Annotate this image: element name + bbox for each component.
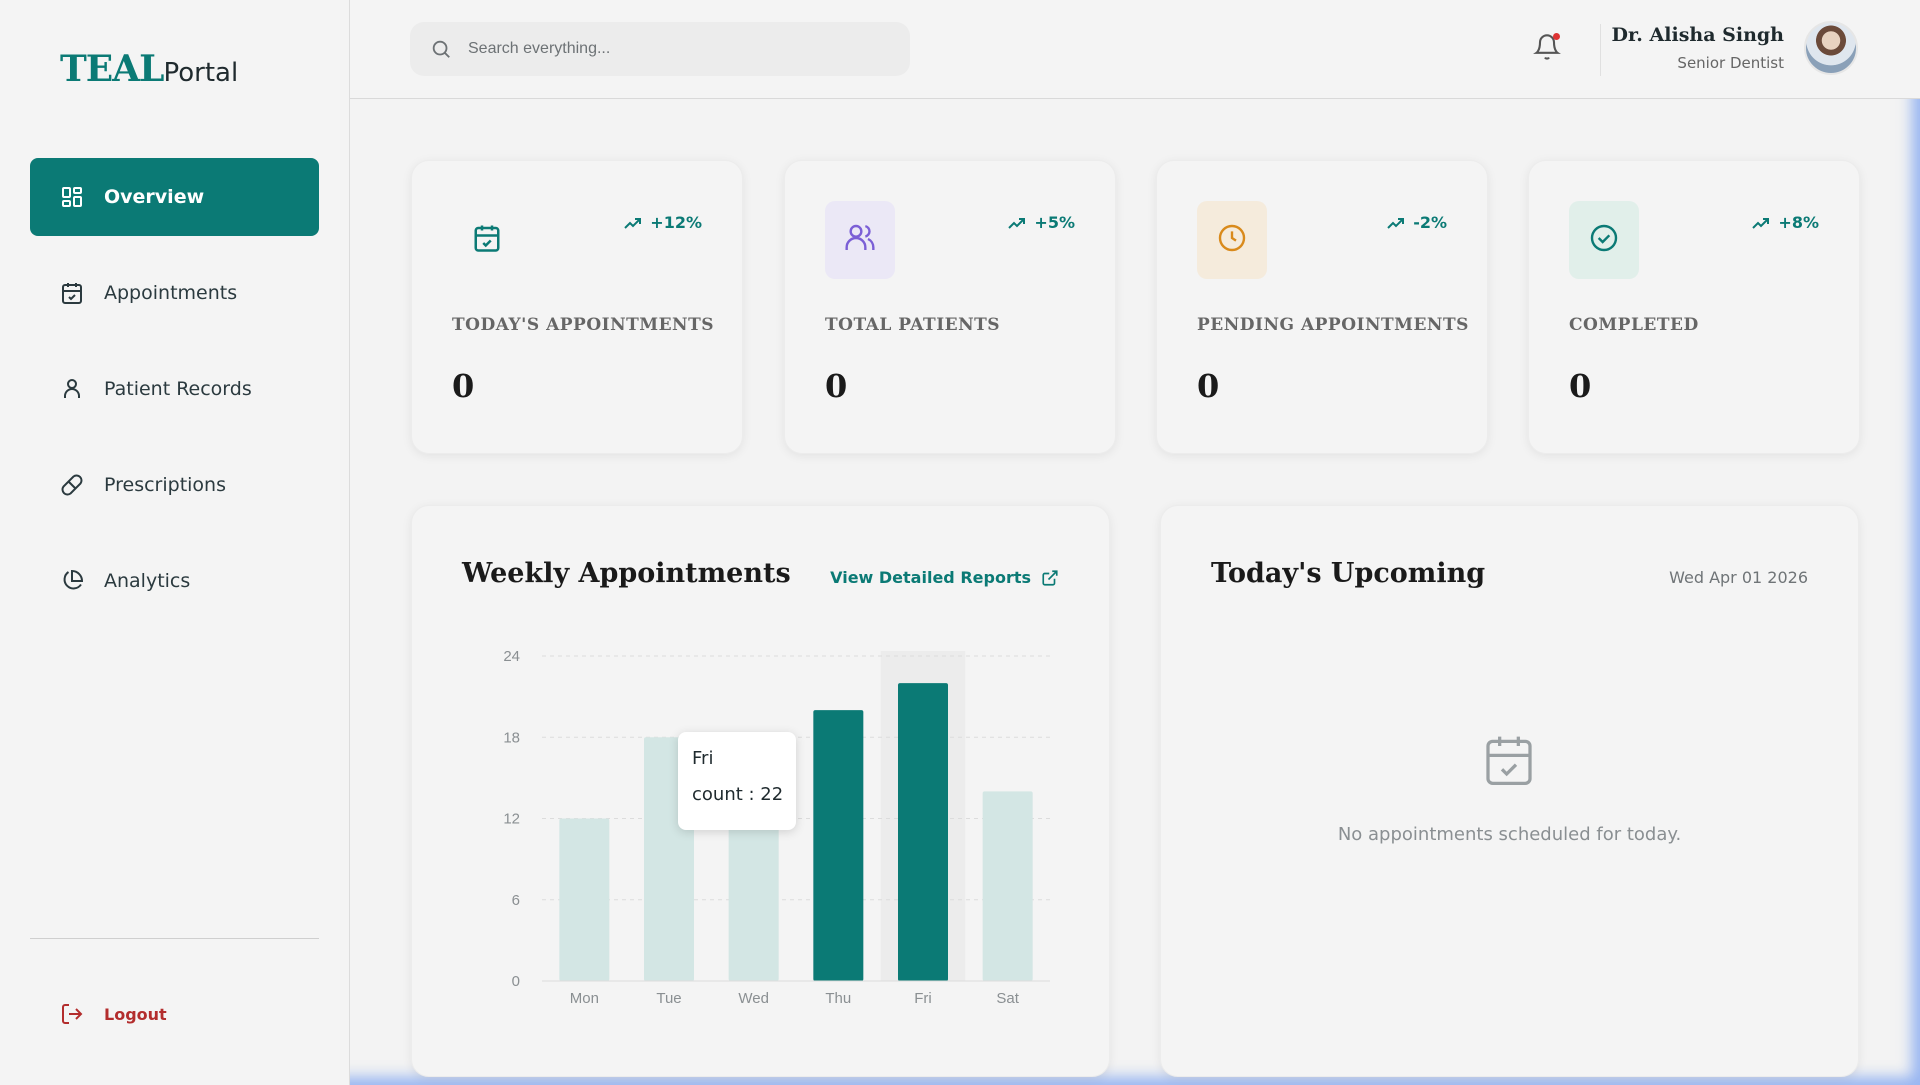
pill-icon — [60, 473, 84, 497]
x-tick-label: Sat — [996, 990, 1019, 1007]
weekly-appointments-card: Weekly Appointments View Detailed Report… — [411, 505, 1110, 1077]
logout-button[interactable]: Logout — [60, 1002, 167, 1026]
x-tick-label: Mon — [570, 990, 599, 1007]
search-icon — [430, 38, 452, 60]
bar-thu[interactable] — [813, 710, 864, 981]
avatar[interactable] — [1804, 21, 1858, 75]
trending-up-icon — [1387, 216, 1405, 230]
bar-wed[interactable] — [728, 818, 779, 982]
trend-value: +12% — [650, 213, 702, 232]
x-tick-label: Wed — [738, 990, 769, 1007]
x-tick-label: Tue — [656, 990, 681, 1007]
stat-value: 0 — [1569, 367, 1592, 405]
calendar-check-icon — [1481, 732, 1537, 788]
stat-label: TODAY'S APPOINTMENTS — [452, 315, 715, 335]
stat-icon-box — [825, 201, 895, 279]
top-bar: Dr. Alisha Singh Senior Dentist — [350, 0, 1920, 99]
sidebar-item-appointments[interactable]: Appointments — [30, 254, 319, 332]
stat-card-completed: +8% COMPLETED 0 — [1528, 160, 1860, 454]
empty-state-text: No appointments scheduled for today. — [1337, 824, 1682, 845]
tooltip-count: count : 22 — [692, 784, 784, 805]
sidebar-nav: Overview Appointments Patient Records Pr… — [30, 158, 319, 638]
sidebar-divider — [30, 938, 319, 939]
sidebar-item-label: Prescriptions — [104, 474, 226, 496]
logout-label: Logout — [104, 1004, 167, 1024]
sidebar-item-label: Overview — [104, 186, 205, 208]
user-name: Dr. Alisha Singh — [1611, 24, 1784, 46]
todays-upcoming-card: Today's Upcoming Wed Apr 01 2026 No appo… — [1160, 505, 1859, 1077]
users-icon — [844, 222, 876, 258]
logo[interactable]: TEALPortal — [60, 48, 238, 90]
search-bar[interactable] — [410, 22, 910, 76]
app-window: TEALPortal Overview Appointments Patient… — [0, 0, 1920, 1085]
trending-up-icon — [1752, 216, 1770, 230]
search-input[interactable] — [466, 39, 890, 59]
trend-value: +8% — [1778, 213, 1819, 232]
user-role: Senior Dentist — [1677, 54, 1784, 72]
upcoming-date: Wed Apr 01 2026 — [1669, 568, 1808, 587]
x-tick-label: Fri — [914, 990, 932, 1007]
header-divider — [1600, 24, 1601, 76]
trend-badge: +8% — [1752, 213, 1819, 232]
sidebar-item-overview[interactable]: Overview — [30, 158, 319, 236]
stat-card-todays-appointments: +12% TODAY'S APPOINTMENTS 0 — [411, 160, 743, 454]
notification-button[interactable] — [1533, 32, 1561, 62]
trend-badge: +5% — [1008, 213, 1075, 232]
calendar-check-icon — [472, 223, 502, 257]
bar-fri[interactable] — [898, 683, 948, 981]
sidebar-item-prescriptions[interactable]: Prescriptions — [30, 446, 319, 524]
stat-value: 0 — [1197, 367, 1220, 405]
clock-icon — [1216, 222, 1248, 258]
y-tick-label: 18 — [503, 729, 520, 746]
upcoming-title: Today's Upcoming — [1211, 558, 1486, 589]
grid-icon — [60, 185, 84, 209]
sidebar-item-label: Appointments — [104, 282, 238, 304]
chart-tooltip: Fri count : 22 — [678, 732, 796, 830]
y-tick-label: 12 — [503, 811, 520, 828]
stat-card-total-patients: +5% TOTAL PATIENTS 0 — [784, 160, 1116, 454]
stat-icon-box — [452, 201, 522, 279]
stat-value: 0 — [452, 367, 475, 405]
tooltip-day: Fri — [692, 748, 714, 769]
bar-sat[interactable] — [982, 791, 1033, 981]
stat-icon-box — [1197, 201, 1267, 279]
logo-suffix: Portal — [163, 58, 239, 88]
y-tick-label: 6 — [512, 892, 520, 909]
bell-icon — [1533, 34, 1561, 66]
stat-label: TOTAL PATIENTS — [825, 315, 1001, 335]
bar-mon[interactable] — [559, 818, 610, 982]
stat-icon-box — [1569, 201, 1639, 279]
trend-value: +5% — [1034, 213, 1075, 232]
notification-dot — [1553, 33, 1560, 40]
sidebar-item-label: Patient Records — [104, 378, 252, 400]
trend-badge: +12% — [624, 213, 702, 232]
y-tick-label: 0 — [512, 973, 520, 990]
pie-chart-icon — [60, 569, 84, 593]
trend-badge: -2% — [1387, 213, 1447, 232]
check-circle-icon — [1588, 222, 1620, 258]
logout-icon — [60, 1002, 84, 1026]
y-tick-label: 24 — [503, 648, 520, 665]
trending-up-icon — [1008, 216, 1026, 230]
x-tick-label: Thu — [825, 990, 851, 1007]
sidebar-item-analytics[interactable]: Analytics — [30, 542, 319, 620]
logo-brand: TEAL — [60, 48, 164, 90]
sidebar-item-patient-records[interactable]: Patient Records — [30, 350, 319, 428]
stat-card-pending-appointments: -2% PENDING APPOINTMENTS 0 — [1156, 160, 1488, 454]
trending-up-icon — [624, 216, 642, 230]
sidebar: TEALPortal Overview Appointments Patient… — [0, 0, 350, 1085]
stat-label: PENDING APPOINTMENTS — [1197, 315, 1469, 335]
user-icon — [60, 377, 84, 401]
calendar-icon — [60, 281, 84, 305]
trend-value: -2% — [1413, 213, 1447, 232]
stat-label: COMPLETED — [1569, 315, 1699, 335]
stat-value: 0 — [825, 367, 848, 405]
sidebar-item-label: Analytics — [104, 570, 191, 592]
